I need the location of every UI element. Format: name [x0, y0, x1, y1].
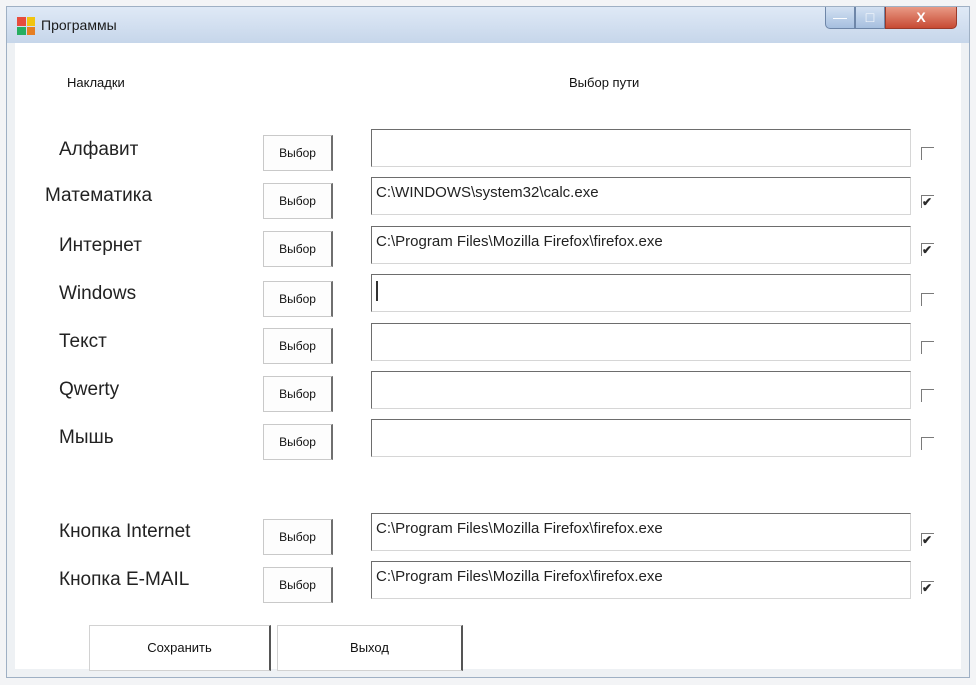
enable-checkbox[interactable]: [921, 293, 934, 306]
app-icon-cell: [17, 26, 26, 35]
enable-checkbox[interactable]: [921, 389, 934, 402]
path-input[interactable]: C:\Program Files\Mozilla Firefox\firefox…: [371, 226, 911, 264]
path-input[interactable]: [371, 323, 911, 361]
app-icon-cell: [26, 17, 35, 26]
path-input[interactable]: [371, 129, 911, 167]
browse-button[interactable]: Выбор: [263, 281, 333, 317]
row-label: Математика: [45, 185, 153, 206]
text-caret: [376, 281, 378, 301]
tabs-column-header: Накладки: [67, 75, 125, 90]
maximize-button[interactable]: □: [855, 7, 885, 29]
window-title: Программы: [41, 17, 117, 33]
minimize-icon: —: [833, 9, 847, 25]
path-input[interactable]: [371, 274, 911, 312]
browse-button[interactable]: Выбор: [263, 231, 333, 267]
maximize-icon: □: [865, 9, 875, 25]
client-area: Накладки Выбор пути Алфавит Выбор Матема…: [15, 43, 961, 671]
title-bar[interactable]: Программы — □ X: [7, 7, 969, 43]
browse-button[interactable]: Выбор: [263, 376, 333, 412]
enable-checkbox[interactable]: [921, 341, 934, 354]
path-input[interactable]: C:\Program Files\Mozilla Firefox\firefox…: [371, 561, 911, 599]
browse-button[interactable]: Выбор: [263, 183, 333, 219]
close-button[interactable]: X: [885, 7, 957, 29]
enable-checkbox[interactable]: ✔: [921, 581, 934, 594]
programs-window: Программы — □ X Накладки Выбор пути Алфа…: [6, 6, 970, 678]
path-input[interactable]: C:\Program Files\Mozilla Firefox\firefox…: [371, 513, 911, 551]
minimize-button[interactable]: —: [825, 7, 855, 29]
row-label: Кнопка Internet: [59, 521, 191, 542]
row-label: Qwerty: [59, 379, 120, 400]
app-icon-cell: [26, 26, 35, 35]
browse-button[interactable]: Выбор: [263, 328, 333, 364]
row-label: Кнопка E-MAIL: [59, 569, 190, 590]
browse-button[interactable]: Выбор: [263, 135, 333, 171]
browse-button[interactable]: Выбор: [263, 519, 333, 555]
path-input[interactable]: C:\WINDOWS\system32\calc.exe: [371, 177, 911, 215]
row-label: Интернет: [59, 235, 142, 256]
enable-checkbox[interactable]: ✔: [921, 243, 934, 256]
row-label: Алфавит: [59, 139, 139, 160]
row-label: Windows: [59, 283, 137, 304]
row-label: Мышь: [59, 427, 114, 448]
close-icon: X: [916, 9, 926, 25]
enable-checkbox[interactable]: ✔: [921, 533, 934, 546]
path-input[interactable]: [371, 419, 911, 457]
path-input[interactable]: [371, 371, 911, 409]
app-icon-cell: [17, 17, 26, 26]
browse-button[interactable]: Выбор: [263, 567, 333, 603]
enable-checkbox[interactable]: [921, 437, 934, 450]
path-column-header: Выбор пути: [569, 75, 640, 90]
enable-checkbox[interactable]: [921, 147, 934, 160]
app-icon: [17, 17, 35, 35]
exit-button[interactable]: Выход: [277, 625, 463, 671]
browse-button[interactable]: Выбор: [263, 424, 333, 460]
enable-checkbox[interactable]: ✔: [921, 195, 934, 208]
save-button[interactable]: Сохранить: [89, 625, 271, 671]
row-label: Текст: [59, 331, 107, 352]
